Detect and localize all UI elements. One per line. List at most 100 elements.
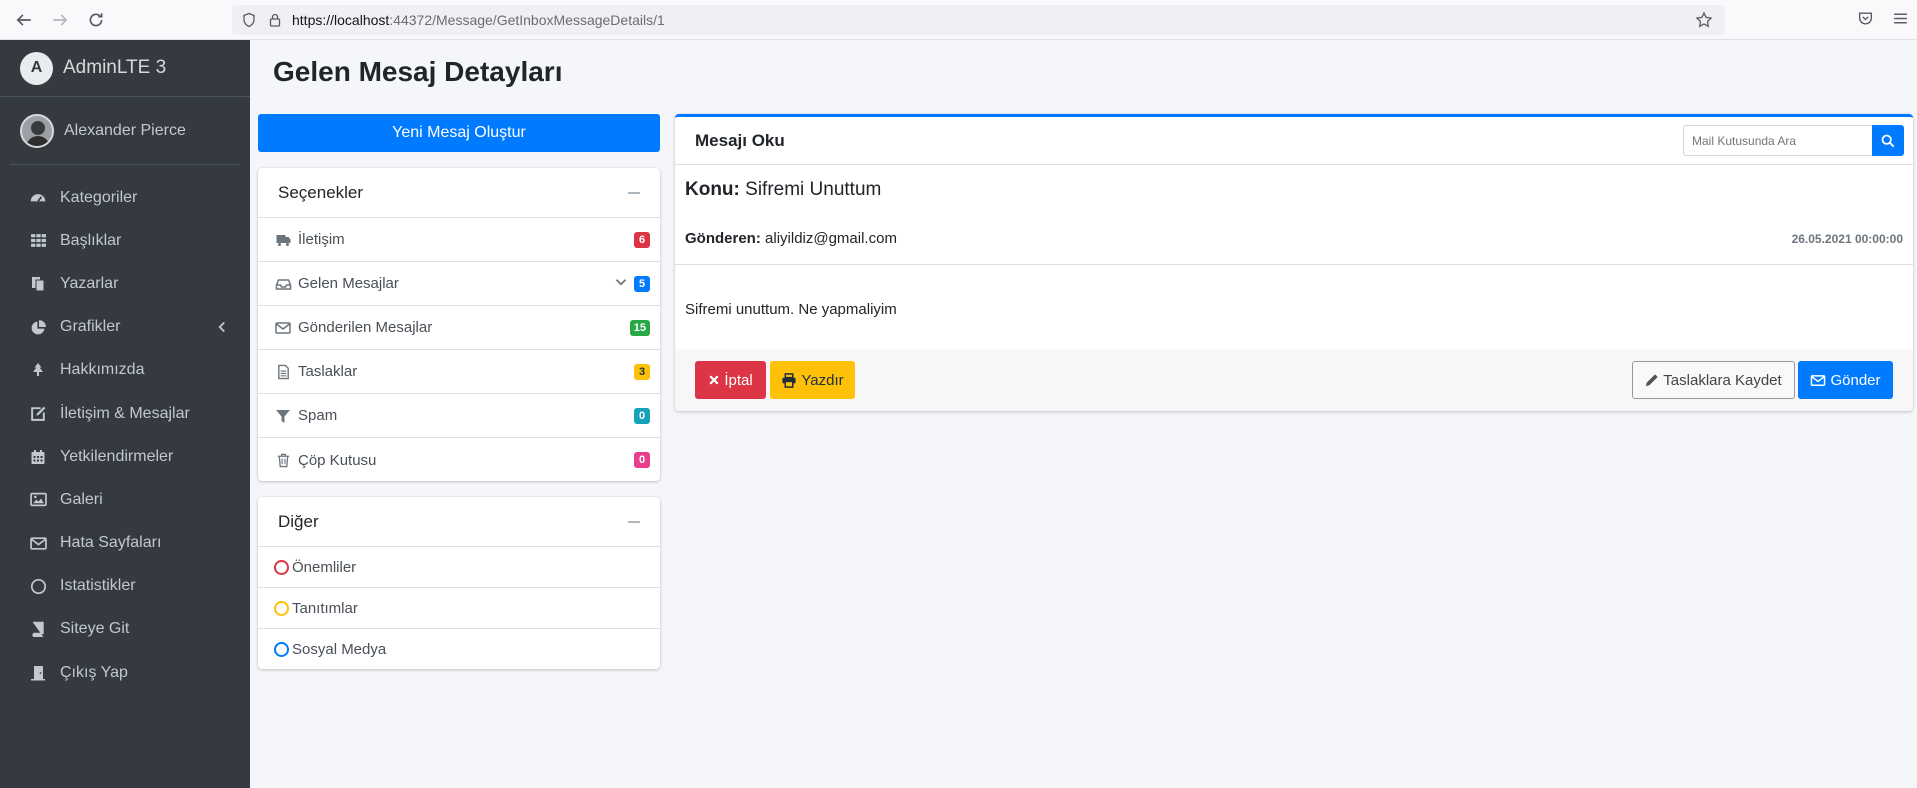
- folder-item-taslaklar[interactable]: Taslaklar 3: [258, 350, 660, 394]
- sidebar-item-label: Hakkımızda: [60, 361, 145, 379]
- label-text: Sosyal Medya: [292, 641, 387, 658]
- mail-subject: Konu: Sifremi Unuttum: [685, 179, 1903, 201]
- tachometer-icon: [28, 189, 48, 207]
- sidebar-item-label: Grafikler: [60, 318, 121, 336]
- label-item-sosyal-medya[interactable]: Sosyal Medya: [258, 629, 660, 670]
- compose-button[interactable]: Yeni Mesaj Oluştur: [258, 114, 660, 152]
- circle-icon: [28, 577, 48, 595]
- send-label: Gönder: [1830, 371, 1881, 389]
- search-button[interactable]: [1872, 125, 1904, 156]
- sidebar-item-iletisim-mesajlar[interactable]: İletişim & Mesajlar: [0, 392, 250, 435]
- menu-icon[interactable]: [1892, 10, 1909, 32]
- label-text: Tanıtımlar: [292, 599, 358, 617]
- chevron-left-icon[interactable]: [216, 320, 228, 338]
- back-icon[interactable]: [12, 8, 36, 32]
- labels-card-header: Diğer: [258, 497, 660, 547]
- collapse-minus-icon[interactable]: [628, 192, 640, 194]
- folder-label: Gelen Mesajlar: [298, 275, 399, 292]
- mail-body: Sifremi unuttum. Ne yapmaliyim: [685, 301, 897, 318]
- folders-card-header: Seçenekler: [258, 168, 660, 218]
- label-item-tanitimlar[interactable]: Tanıtımlar: [258, 588, 660, 629]
- folder-item-gelen-mesajlar[interactable]: Gelen Mesajlar 5: [258, 262, 660, 306]
- sidebar-item-istatistikler[interactable]: Istatistikler: [0, 565, 250, 608]
- labels-title: Diğer: [278, 511, 319, 531]
- bookmark-star-icon[interactable]: [1695, 11, 1713, 34]
- folder-item-iletisim[interactable]: İletişim 6: [258, 218, 660, 262]
- cancel-label: İptal: [724, 371, 753, 389]
- collapse-minus-icon[interactable]: [628, 521, 640, 523]
- reload-icon[interactable]: [84, 8, 108, 32]
- folder-label: İletişim: [298, 231, 345, 248]
- folders-card: Seçenekler İletişim 6 Gelen Mesajlar 5 G…: [258, 168, 660, 481]
- search-input[interactable]: [1683, 125, 1872, 156]
- user-name[interactable]: Alexander Pierce: [64, 122, 186, 140]
- sidebar-item-label: Kategoriler: [60, 188, 138, 206]
- read-mail-card: Mesajı Oku Konu: Sifremi Unuttum Göndere…: [675, 114, 1913, 411]
- sidebar-item-label: Yazarlar: [60, 274, 119, 292]
- sidebar-item-cikis-yap[interactable]: Çıkış Yap: [0, 651, 250, 694]
- folder-label: Gönderilen Mesajlar: [298, 319, 433, 336]
- print-icon: [782, 372, 796, 388]
- sidebar-item-yetkilendirmeler[interactable]: Yetkilendirmeler: [0, 435, 250, 478]
- browser-toolbar: https://localhost:44372/Message/GetInbox…: [0, 0, 1917, 40]
- url-text: https://localhost:44372/Message/GetInbox…: [292, 12, 665, 28]
- print-button[interactable]: Yazdır: [770, 361, 855, 399]
- sidebar-nav: Kategoriler Başlıklar Yazarlar Grafikler…: [0, 165, 250, 694]
- from-address: aliyildiz@gmail.com: [765, 230, 897, 247]
- truck-icon: [274, 232, 292, 248]
- subject-label: Konu:: [685, 179, 740, 200]
- forward-icon[interactable]: [48, 8, 72, 32]
- sidebar-item-yazarlar[interactable]: Yazarlar: [0, 262, 250, 305]
- envelope-icon: [28, 534, 48, 552]
- save-draft-button[interactable]: Taslaklara Kaydet: [1632, 361, 1795, 399]
- chart-pie-icon: [28, 318, 48, 336]
- sidebar-item-siteye-git[interactable]: Siteye Git: [0, 608, 250, 651]
- send-button[interactable]: Gönder: [1798, 361, 1893, 399]
- chevron-down-icon[interactable]: [615, 275, 627, 292]
- label-item-onemliler[interactable]: Önemliler: [258, 547, 660, 588]
- lock-icon[interactable]: [266, 11, 284, 29]
- circle-icon: [274, 600, 289, 616]
- copy-icon: [28, 275, 48, 293]
- sidebar-item-label: Galeri: [60, 490, 103, 508]
- subject-text: Sifremi Unuttum: [745, 179, 882, 200]
- pocket-icon[interactable]: [1857, 10, 1874, 32]
- count-badge: 3: [634, 364, 650, 380]
- sidebar-item-basliklar[interactable]: Başlıklar: [0, 219, 250, 262]
- read-mail-footer: İptal Yazdır Taslaklara Kaydet Gönder: [675, 349, 1913, 411]
- inbox-icon: [274, 276, 292, 292]
- count-badge: 0: [634, 408, 650, 424]
- cancel-button[interactable]: İptal: [695, 361, 766, 399]
- read-mail-header: Mesajı Oku: [675, 117, 1913, 165]
- folder-list: İletişim 6 Gelen Mesajlar 5 Gönderilen M…: [258, 218, 660, 482]
- sidebar-item-label: Hata Sayfaları: [60, 534, 162, 552]
- label-list: Önemliler Tanıtımlar Sosyal Medya: [258, 547, 660, 670]
- shield-icon[interactable]: [240, 11, 258, 29]
- count-badge: 0: [634, 452, 650, 468]
- sidebar-item-grafikler[interactable]: Grafikler: [0, 306, 250, 349]
- circle-icon: [274, 642, 289, 657]
- user-panel[interactable]: Alexander Pierce: [10, 97, 240, 165]
- read-mail-title: Mesajı Oku: [695, 130, 785, 150]
- folder-item-cop-kutusu[interactable]: Çöp Kutusu 0: [258, 438, 660, 482]
- address-bar[interactable]: https://localhost:44372/Message/GetInbox…: [232, 5, 1725, 35]
- sidebar-item-galeri[interactable]: Galeri: [0, 478, 250, 521]
- folder-item-spam[interactable]: Spam 0: [258, 394, 660, 438]
- edit-icon: [28, 405, 48, 423]
- sidebar-item-hata-sayfalari[interactable]: Hata Sayfaları: [0, 522, 250, 565]
- sidebar-item-hakkimizda[interactable]: Hakkımızda: [0, 349, 250, 392]
- door-icon: [28, 664, 48, 682]
- brand-logo: A: [20, 51, 53, 85]
- from-label: Gönderen:: [685, 230, 761, 247]
- sidebar-item-kategoriler[interactable]: Kategoriler: [0, 176, 250, 219]
- folder-label: Spam: [298, 407, 338, 424]
- count-badge: 5: [634, 276, 650, 292]
- count-badge: 15: [629, 320, 650, 336]
- image-icon: [28, 491, 48, 509]
- sidebar-item-label: İletişim & Mesajlar: [60, 404, 190, 422]
- mail-date: 26.05.2021 00:00:00: [1791, 232, 1903, 246]
- folder-item-gonderilen-mesajlar[interactable]: Gönderilen Mesajlar 15: [258, 306, 660, 350]
- brand-link[interactable]: A AdminLTE 3: [0, 40, 250, 97]
- page-title: Gelen Mesaj Detayları: [273, 56, 563, 87]
- save-draft-label: Taslaklara Kaydet: [1663, 371, 1782, 389]
